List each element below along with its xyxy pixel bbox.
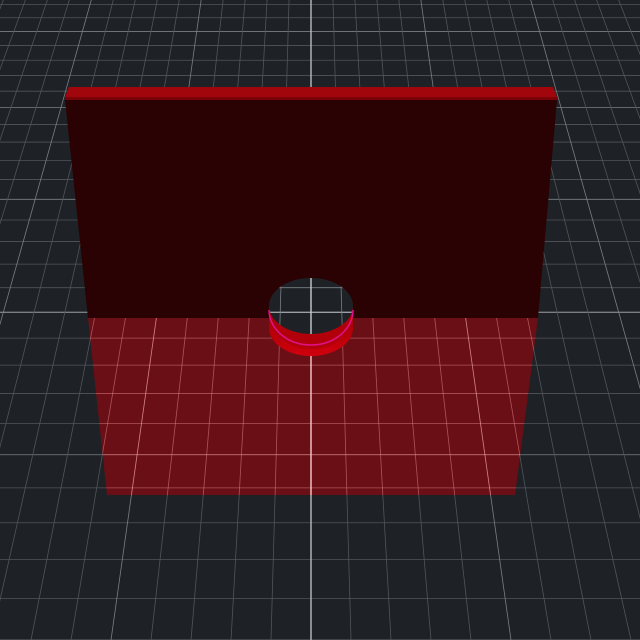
plate-top-bevel (65, 97, 557, 100)
scene-canvas[interactable] (0, 0, 640, 640)
plate-top-face (65, 87, 557, 97)
3d-viewport[interactable] (0, 0, 640, 640)
